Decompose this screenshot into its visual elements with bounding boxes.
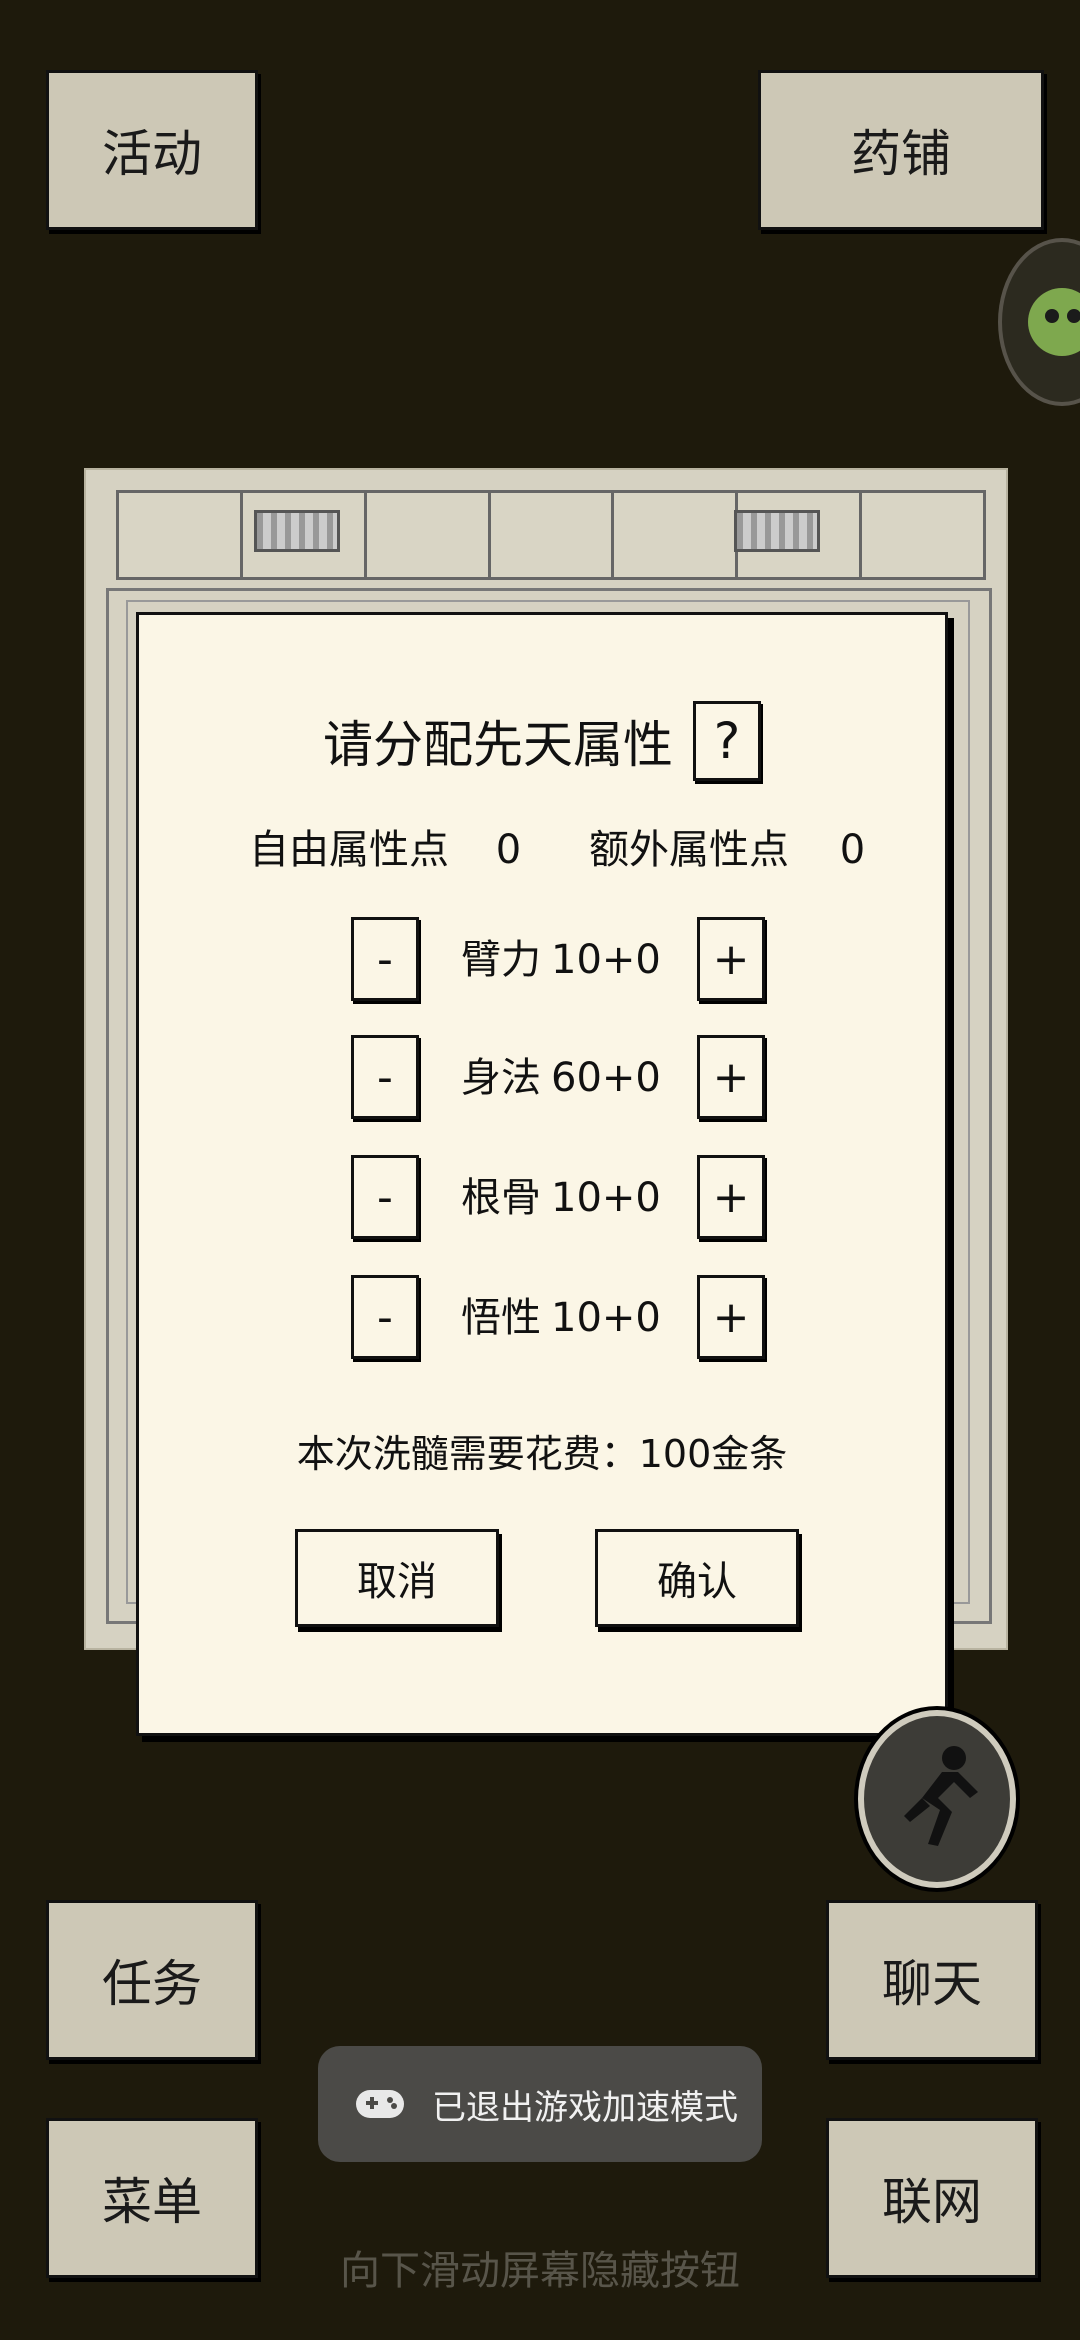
confirm-button[interactable]: 确认	[595, 1529, 799, 1627]
comprehension-minus-button[interactable]: -	[351, 1275, 419, 1359]
stat-row-comprehension: - 悟性 10+0 +	[139, 1275, 945, 1359]
gamepad-icon	[356, 2090, 404, 2118]
strength-minus-button[interactable]: -	[351, 917, 419, 1001]
pharmacy-button[interactable]: 药铺	[758, 70, 1044, 230]
comprehension-label: 悟性 10+0	[461, 1295, 661, 1341]
activity-button[interactable]: 活动	[46, 70, 258, 230]
stat-row-constitution: - 根骨 10+0 +	[139, 1155, 945, 1239]
agility-plus-button[interactable]: +	[697, 1035, 765, 1119]
extra-points: 额外属性点 0	[589, 817, 865, 875]
rack-left	[254, 510, 340, 552]
constitution-minus-button[interactable]: -	[351, 1155, 419, 1239]
stat-row-agility: - 身法 60+0 +	[139, 1035, 945, 1119]
attribute-dialog: 请分配先天属性 ? 自由属性点 0 额外属性点 0 - 臂力 10+0 + - 身…	[136, 612, 948, 1736]
game-acceleration-toast: 已退出游戏加速模式	[318, 2046, 762, 2162]
strength-plus-button[interactable]: +	[697, 917, 765, 1001]
rack-right	[734, 510, 820, 552]
constitution-label: 根骨 10+0	[461, 1175, 661, 1221]
run-icon[interactable]	[858, 1710, 1016, 1888]
toast-text: 已退出游戏加速模式	[432, 2087, 738, 2128]
stat-row-strength: - 臂力 10+0 +	[139, 917, 945, 1001]
free-points-label: 自由属性点	[249, 827, 449, 873]
comprehension-plus-button[interactable]: +	[697, 1275, 765, 1359]
dialog-title: 请分配先天属性	[323, 716, 673, 774]
map-top-row	[116, 490, 987, 580]
free-points: 自由属性点 0	[249, 817, 521, 875]
cancel-button[interactable]: 取消	[295, 1529, 499, 1627]
dialog-title-row: 请分配先天属性 ?	[139, 701, 945, 781]
chat-button[interactable]: 聊天	[826, 1900, 1038, 2060]
cost-text: 本次洗髓需要花费：100金条	[296, 1432, 788, 1476]
agility-minus-button[interactable]: -	[351, 1035, 419, 1119]
task-button[interactable]: 任务	[46, 1900, 258, 2060]
free-points-value: 0	[495, 827, 522, 873]
help-button[interactable]: ?	[693, 701, 761, 781]
extra-points-value: 0	[839, 827, 866, 873]
avatar-icon[interactable]	[998, 238, 1080, 406]
agility-label: 身法 60+0	[461, 1055, 661, 1101]
hide-buttons-hint: 向下滑动屏幕隐藏按钮	[340, 2248, 740, 2294]
strength-label: 臂力 10+0	[461, 937, 661, 983]
constitution-plus-button[interactable]: +	[697, 1155, 765, 1239]
extra-points-label: 额外属性点	[589, 827, 789, 873]
